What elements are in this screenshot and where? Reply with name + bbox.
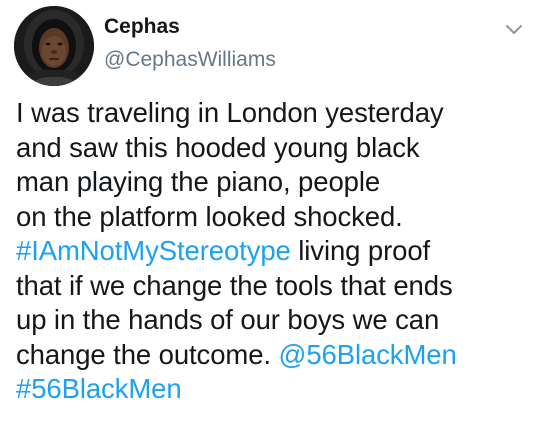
tweet-card: Cephas @CephasWilliams I was traveling i…	[0, 0, 540, 446]
profile-photo-icon	[14, 6, 94, 86]
tweet-line: up in the hands of our boys we can	[16, 304, 440, 335]
user-handle[interactable]: @CephasWilliams	[104, 47, 276, 73]
tweet-line: that if we change the tools that ends	[16, 269, 453, 301]
tweet-text: I was traveling in London yesterday and …	[16, 96, 536, 407]
mention-link[interactable]: @56BlackMen	[279, 339, 457, 370]
tweet-text-segment: change the outcome.	[16, 338, 279, 370]
tweet-line: #IAmNotMyStereotype living proof	[16, 234, 536, 269]
chevron-down-icon[interactable]	[503, 18, 525, 40]
tweet-line: and saw this hooded young black	[16, 131, 420, 163]
tweet-line: #56BlackMen	[16, 372, 536, 407]
display-name[interactable]: Cephas	[104, 14, 180, 40]
tweet-line: I was traveling in London yesterday	[16, 97, 444, 128]
avatar[interactable]	[14, 6, 94, 86]
hashtag-link[interactable]: #IAmNotMyStereotype	[16, 235, 291, 266]
tweet-line: change the outcome. @56BlackMen	[16, 338, 536, 373]
tweet-line: man playing the piano, people	[16, 166, 381, 197]
hashtag-link[interactable]: #56BlackMen	[16, 373, 182, 404]
tweet-line: on the platform looked shocked.	[16, 200, 403, 232]
tweet-text-segment: living proof	[290, 235, 431, 266]
